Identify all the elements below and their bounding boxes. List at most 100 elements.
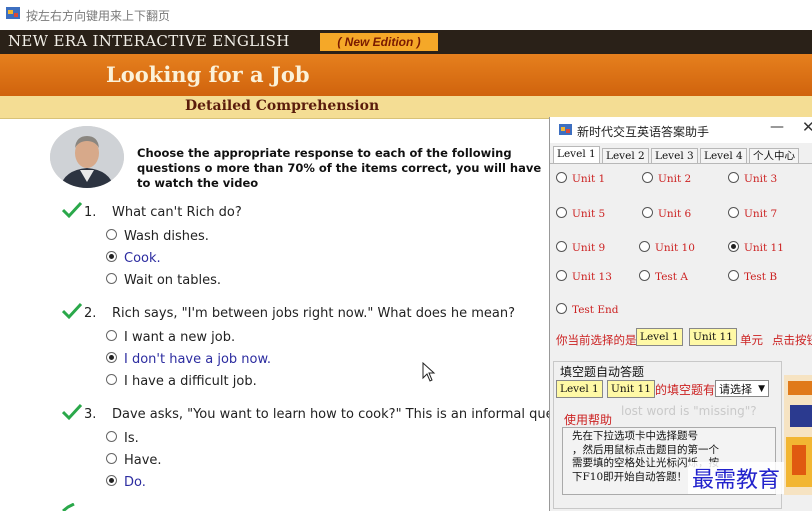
- correct-check-icon: [62, 503, 75, 511]
- selection-suffix: 单元: [740, 333, 763, 347]
- radio-button[interactable]: [556, 172, 567, 183]
- radio-button[interactable]: [556, 303, 567, 314]
- unit-option[interactable]: Test B: [728, 270, 777, 283]
- radio-button[interactable]: [106, 431, 117, 442]
- close-button[interactable]: ✕: [802, 118, 812, 136]
- question-number: 1.: [84, 205, 97, 220]
- unit-label: Unit 10: [655, 242, 695, 254]
- question-text: Rich says, "I'm between jobs right now."…: [112, 306, 515, 321]
- question-text: Dave asks, "You want to learn how to coo…: [112, 407, 554, 422]
- unit-label: Unit 6: [658, 208, 692, 220]
- select-value: 请选择: [719, 383, 752, 396]
- radio-button[interactable]: [642, 172, 653, 183]
- edition-badge: ( New Edition ): [320, 33, 438, 51]
- option-label: Have.: [124, 453, 162, 468]
- question-number: 3.: [84, 407, 97, 422]
- unit-label: Unit 11: [744, 242, 784, 254]
- help-label: 使用帮助: [564, 413, 613, 427]
- radio-button[interactable]: [106, 273, 117, 284]
- radio-button[interactable]: [728, 270, 739, 281]
- correct-check-icon: [62, 201, 82, 219]
- unit-label: Unit 13: [572, 271, 612, 283]
- answer-option[interactable]: Have.: [106, 453, 162, 468]
- unit-option[interactable]: Unit 11: [728, 241, 784, 254]
- answer-option[interactable]: I have a difficult job.: [106, 374, 257, 389]
- radio-button[interactable]: [106, 229, 117, 240]
- radio-button[interactable]: [106, 374, 117, 385]
- fill-count-label: 的填空题有: [655, 383, 716, 397]
- unit-option[interactable]: Unit 9: [556, 241, 605, 254]
- unit-option[interactable]: Unit 5: [556, 207, 605, 220]
- tab-level-4[interactable]: Level 4: [700, 148, 747, 164]
- unit-option[interactable]: Unit 6: [642, 207, 691, 220]
- correct-check-icon: [62, 403, 82, 421]
- answer-option[interactable]: Is.: [106, 431, 139, 446]
- watermark: 最需教育: [688, 462, 785, 494]
- answer-option[interactable]: I want a new job.: [106, 330, 235, 345]
- radio-button[interactable]: [556, 241, 567, 252]
- radio-button[interactable]: [728, 207, 739, 218]
- option-label: Cook.: [124, 251, 161, 266]
- answer-option[interactable]: I don't have a job now.: [106, 352, 271, 367]
- background-text: lost word is "missing"?: [621, 404, 757, 418]
- answer-option[interactable]: Do.: [106, 475, 146, 490]
- unit-label: Test A: [655, 271, 688, 283]
- unit-label: Test B: [744, 271, 778, 283]
- radio-button[interactable]: [106, 251, 117, 262]
- unit-label: Unit 3: [744, 173, 778, 185]
- radio-button[interactable]: [639, 270, 650, 281]
- radio-button[interactable]: [106, 330, 117, 341]
- unit-label: Unit 7: [744, 208, 778, 220]
- radio-button[interactable]: [728, 172, 739, 183]
- unit-label: Unit 1: [572, 173, 606, 185]
- unit-label: Test End: [572, 304, 619, 316]
- app-icon: [559, 124, 572, 135]
- answer-option[interactable]: Cook.: [106, 251, 161, 266]
- mouse-cursor-icon: [422, 362, 436, 382]
- fill-blank-group-title: 填空题自动答题: [560, 363, 645, 380]
- unit-option[interactable]: Unit 10: [639, 241, 695, 254]
- chevron-down-icon: ▼: [758, 384, 765, 394]
- promo-image: [784, 375, 812, 495]
- radio-button[interactable]: [639, 241, 650, 252]
- radio-button[interactable]: [106, 475, 117, 486]
- answer-helper-window: 新时代交互英语答案助手 — ✕ Level 1 Level 2 Level 3 …: [549, 117, 812, 511]
- unit-option[interactable]: Test A: [639, 270, 688, 283]
- fill-unit-box: Unit 11: [607, 380, 655, 398]
- unit-label: Unit 5: [572, 208, 606, 220]
- answer-option[interactable]: Wash dishes.: [106, 229, 209, 244]
- fill-level-box: Level 1: [556, 380, 603, 398]
- tab-divider: [550, 163, 812, 164]
- question-select-dropdown[interactable]: 请选择 ▼: [715, 380, 769, 397]
- avatar: [50, 126, 124, 188]
- radio-button[interactable]: [106, 352, 117, 363]
- help-line: ，然后用鼠标点击题目的第一个: [572, 443, 719, 456]
- option-label: I want a new job.: [124, 330, 236, 345]
- answer-option[interactable]: Wait on tables.: [106, 273, 221, 288]
- option-label: Is.: [124, 431, 139, 446]
- option-label: Wash dishes.: [124, 229, 209, 244]
- minimize-button[interactable]: —: [770, 119, 784, 135]
- tab-personal-center[interactable]: 个人中心: [749, 148, 799, 164]
- radio-button[interactable]: [106, 453, 117, 464]
- radio-button[interactable]: [642, 207, 653, 218]
- app-icon: [6, 7, 20, 19]
- radio-button[interactable]: [556, 207, 567, 218]
- tab-level-3[interactable]: Level 3: [651, 148, 698, 164]
- unit-label: Unit 9: [572, 242, 606, 254]
- unit-option[interactable]: Unit 1: [556, 172, 605, 185]
- radio-button[interactable]: [556, 270, 567, 281]
- unit-label: Unit 2: [658, 173, 692, 185]
- section-title: Detailed Comprehension: [185, 98, 380, 114]
- unit-option[interactable]: Unit 3: [728, 172, 777, 185]
- correct-check-icon: [62, 302, 82, 320]
- unit-option[interactable]: Unit 2: [642, 172, 691, 185]
- tab-level-1[interactable]: Level 1: [553, 146, 600, 164]
- unit-option[interactable]: Unit 7: [728, 207, 777, 220]
- question-text: What can't Rich do?: [112, 205, 242, 220]
- unit-option[interactable]: Test End: [556, 303, 619, 316]
- click-button-hint: 点击按钮: [772, 333, 812, 347]
- tab-level-2[interactable]: Level 2: [602, 148, 649, 164]
- unit-option[interactable]: Unit 13: [556, 270, 612, 283]
- radio-button[interactable]: [728, 241, 739, 252]
